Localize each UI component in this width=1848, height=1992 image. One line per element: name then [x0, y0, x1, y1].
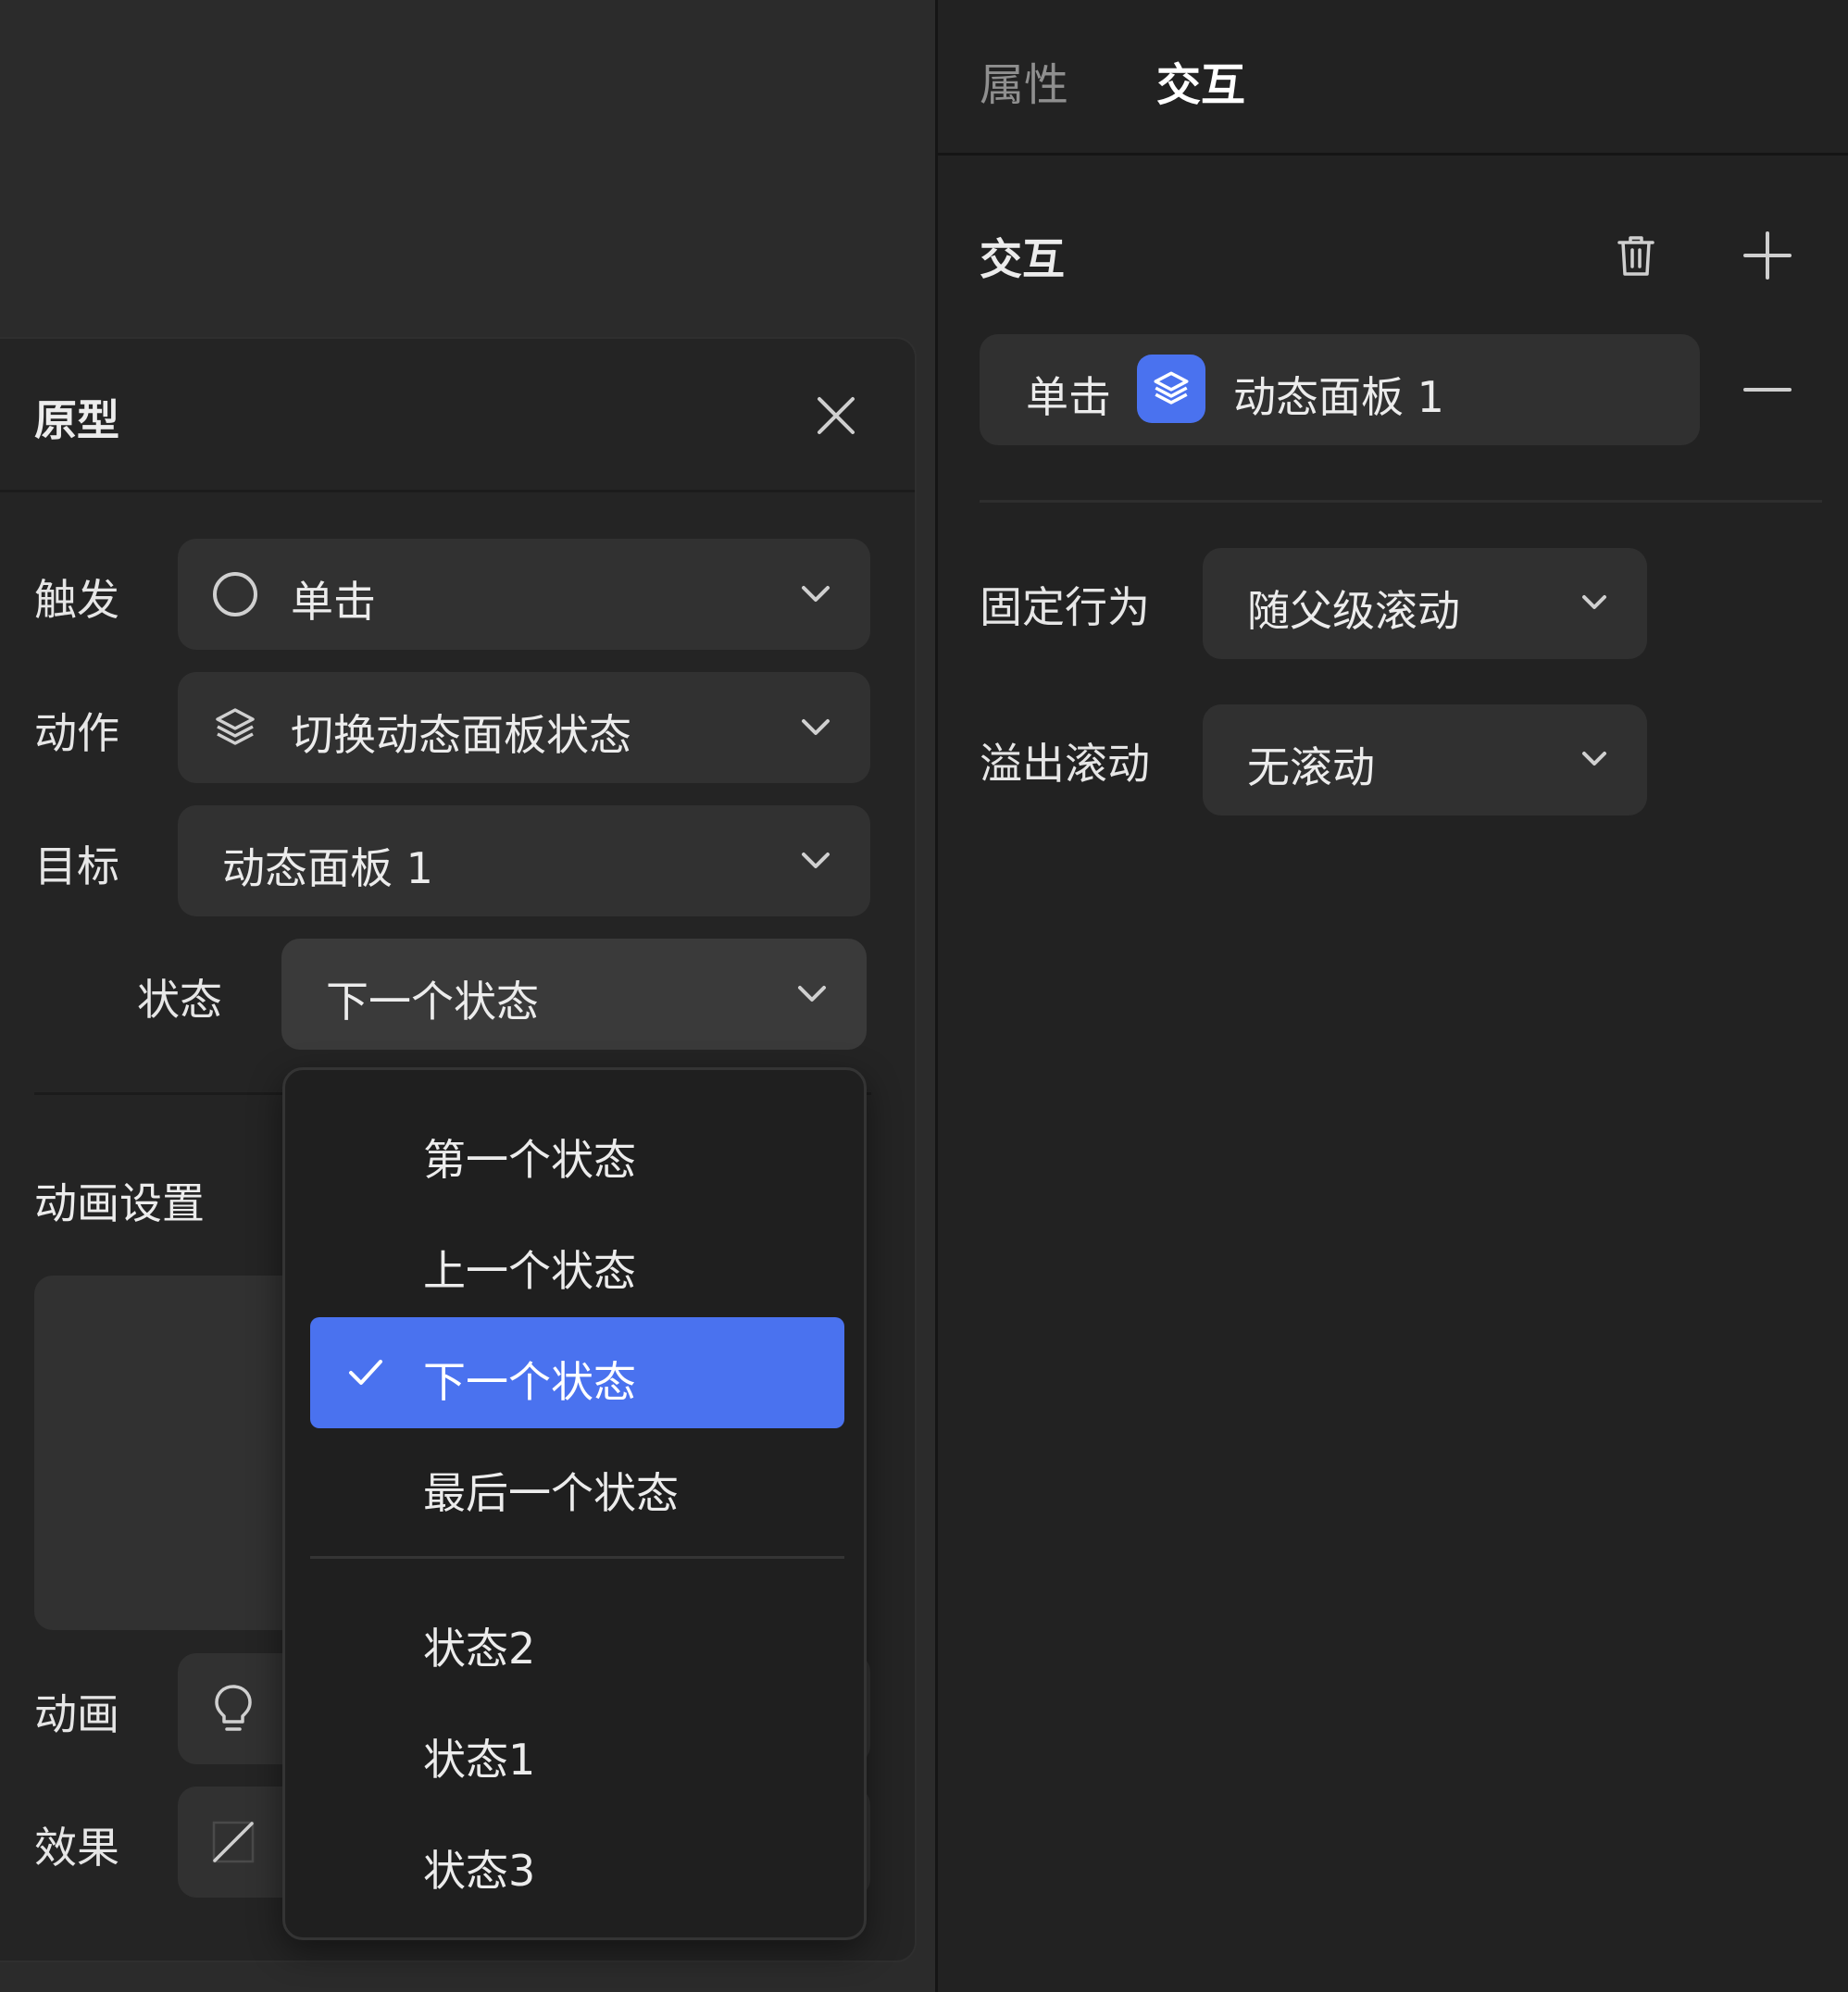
dropdown-item-label: 上一个状态: [423, 1246, 636, 1296]
animation-preview: [34, 1276, 312, 1630]
interaction-trigger: 单击: [1026, 372, 1111, 422]
dropdown-item[interactable]: 状态1: [310, 1695, 844, 1806]
target-select[interactable]: 动态面板 1: [178, 805, 870, 916]
target-label: 目标: [34, 841, 119, 891]
dropdown-separator: [310, 1556, 844, 1559]
animation-label: 动画: [34, 1689, 119, 1739]
inspector-panel: 属性 交互 交互 单击 动态面板 1 固定行为 随父级滚动 溢出滚动 无滚动: [935, 0, 1848, 1992]
prototype-panel-title: 原型: [34, 395, 119, 445]
trash-icon: [1617, 236, 1654, 276]
linear-curve-icon: [211, 1820, 256, 1868]
target-value: 动态面板 1: [222, 843, 433, 893]
chevron-down-icon: [802, 586, 830, 602]
layers-icon: [211, 703, 259, 752]
action-select[interactable]: 切换动态面板状态: [178, 672, 870, 783]
fixed-behavior-select[interactable]: 随父级滚动: [1203, 548, 1647, 659]
interaction-card[interactable]: 单击 动态面板 1: [980, 334, 1700, 445]
chevron-down-icon: [1582, 595, 1606, 609]
tab-interactions[interactable]: 交互: [1156, 48, 1245, 113]
dropdown-item[interactable]: 最后一个状态: [310, 1428, 844, 1539]
plus-icon: [1743, 231, 1792, 280]
action-label: 动作: [34, 708, 119, 758]
interaction-target: 动态面板 1: [1233, 372, 1444, 422]
lightbulb-icon: [211, 1683, 256, 1738]
interaction-divider: [980, 500, 1822, 503]
trigger-label: 触发: [34, 575, 119, 625]
app-root: 原型 触发 单击 动作 切换动态面板状态 目标 动态面板 1 状态 下一个状态 …: [0, 0, 1848, 1992]
inspector-tabbar: 属性 交互: [938, 0, 1848, 156]
overflow-scroll-value: 无滚动: [1247, 742, 1375, 792]
canvas-area: 原型 触发 单击 动作 切换动态面板状态 目标 动态面板 1 状态 下一个状态 …: [0, 0, 935, 1992]
dropdown-item[interactable]: 第一个状态: [310, 1095, 844, 1206]
check-icon: [349, 1360, 382, 1385]
effect-label: 效果: [34, 1823, 119, 1873]
dropdown-item-label: 下一个状态: [423, 1357, 636, 1407]
chevron-down-icon: [798, 986, 826, 1002]
state-select[interactable]: 下一个状态: [281, 939, 867, 1050]
dropdown-item-label: 状态3: [423, 1846, 536, 1896]
circle-icon: [211, 570, 259, 618]
overflow-scroll-label: 溢出滚动: [980, 739, 1150, 789]
trigger-select[interactable]: 单击: [178, 539, 870, 650]
state-label: 状态: [137, 975, 222, 1025]
dropdown-item[interactable]: 状态3: [310, 1806, 844, 1917]
dropdown-item-label: 第一个状态: [423, 1135, 636, 1185]
fixed-behavior-value: 随父级滚动: [1247, 586, 1460, 636]
interaction-section-title: 交互: [980, 234, 1065, 284]
dropdown-item[interactable]: 上一个状态: [310, 1206, 844, 1317]
dropdown-item-label: 最后一个状态: [423, 1468, 679, 1518]
dropdown-item[interactable]: 状态2: [310, 1584, 844, 1695]
state-dropdown-menu: 第一个状态 上一个状态 下一个状态 最后一个状态 状态2 状态1 状态3: [282, 1067, 867, 1940]
chevron-down-icon: [1582, 752, 1606, 766]
state-value: 下一个状态: [326, 977, 539, 1027]
delete-button[interactable]: [1606, 226, 1666, 285]
close-icon: [818, 397, 855, 434]
animation-settings-title: 动画设置: [34, 1178, 205, 1228]
trigger-value: 单击: [291, 577, 376, 627]
minus-icon: [1743, 388, 1792, 392]
dropdown-item-selected[interactable]: 下一个状态: [310, 1317, 844, 1428]
remove-interaction-button[interactable]: [1738, 360, 1797, 419]
add-interaction-button[interactable]: [1738, 226, 1797, 285]
fixed-behavior-label: 固定行为: [980, 582, 1150, 632]
action-value: 切换动态面板状态: [291, 710, 631, 760]
prototype-panel-header: 原型: [0, 339, 915, 492]
layers-icon: [1137, 355, 1205, 423]
overflow-scroll-select[interactable]: 无滚动: [1203, 704, 1647, 815]
close-button[interactable]: [809, 389, 863, 442]
chevron-down-icon: [802, 719, 830, 735]
dropdown-item-label: 状态2: [423, 1624, 536, 1674]
dropdown-item-label: 状态1: [423, 1735, 536, 1785]
tab-properties[interactable]: 属性: [980, 48, 1068, 113]
chevron-down-icon: [802, 853, 830, 868]
